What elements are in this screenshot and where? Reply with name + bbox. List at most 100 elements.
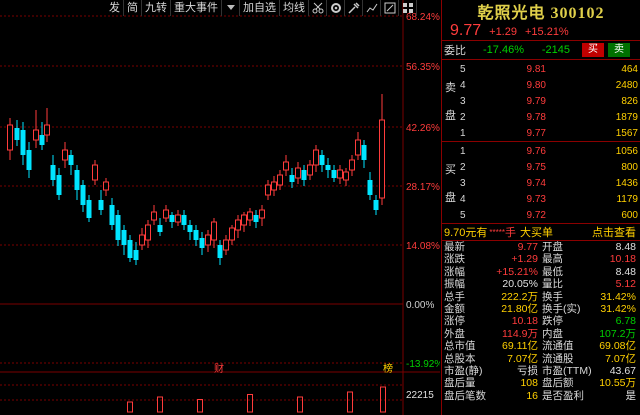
big-order-stars: ***** (489, 227, 505, 237)
stat-row: 盘后量 108 盘后额 10.55万 (442, 377, 640, 389)
toolbar-jiuzhuan-button[interactable]: 九转 (142, 0, 171, 16)
candle-body (26, 150, 32, 170)
ask-row-5[interactable]: 5 9.81 464 (460, 61, 638, 77)
kline-chart-area[interactable]: 68.24% 56.35% 42.26% 28.17% 14.08% 0.00% -13.9… (0, 0, 440, 415)
ask-row-3[interactable]: 3 9.79 826 (460, 93, 638, 109)
candle-body (175, 214, 181, 223)
ask-level: 1 (460, 127, 466, 139)
dragon-tiger-list-marker[interactable]: 榜 (383, 360, 393, 375)
ask-row-1[interactable]: 1 9.77 1567 (460, 125, 638, 141)
candle-body (229, 227, 235, 241)
stat-row: 涨跌 +1.29 最高 10.18 (442, 253, 640, 265)
stat-label: 最新 (444, 241, 465, 253)
volume-bar (247, 394, 253, 413)
ask-level: 2 (460, 111, 466, 123)
volume-bar (347, 391, 353, 413)
stat-label: 量比 (542, 278, 563, 291)
stat-row: 总手 222.2万 换手 31.42% (442, 291, 640, 303)
candle-body (337, 169, 343, 179)
candle-body (151, 211, 157, 221)
bid-level: 2 (460, 161, 466, 173)
ask-level: 5 (460, 63, 466, 75)
stat-label: 涨跌 (444, 253, 465, 266)
candle-body (92, 164, 98, 181)
candle-body (7, 124, 13, 151)
scissors-icon[interactable] (309, 0, 327, 16)
volume-bar (157, 396, 163, 413)
candle-body (295, 167, 301, 179)
stat-value: +1.29 (511, 253, 538, 266)
stat-value: 亏损 (517, 364, 538, 377)
candlestick-series (7, 94, 386, 413)
settings-icon[interactable] (327, 0, 345, 16)
toolbar-major-events-button[interactable]: 重大事件 (171, 0, 222, 16)
stat-label: 盘后额 (542, 377, 574, 390)
percent-tick-label: 28.17% (406, 182, 440, 193)
bid-volume: 800 (621, 161, 638, 173)
candle-body (127, 240, 133, 258)
candle-body (121, 230, 127, 245)
toolbar-jian-button[interactable]: 简 (124, 0, 142, 16)
bid-row-4[interactable]: 4 9.73 1179 (460, 191, 638, 207)
ask-row-2[interactable]: 2 9.78 1879 (460, 109, 638, 125)
stat-row: 振幅 20.05% 量比 5.12 (442, 278, 640, 290)
stat-row: 最新 9.77 开盘 8.48 (442, 241, 640, 253)
commission-ratio-value: -17.46% (483, 44, 524, 56)
stat-row: 外盘 114.9万 内盘 107.2万 (442, 328, 640, 340)
candle-body (14, 128, 20, 140)
candle-body (80, 185, 86, 205)
edit-icon[interactable] (381, 0, 399, 16)
sell-button[interactable]: 卖 (608, 43, 630, 57)
percent-axis: 68.24%56.35%42.26%28.17%14.08%0.00%-13.9… (406, 12, 440, 370)
candle-body (301, 170, 307, 180)
candle-body (169, 215, 175, 222)
candle-body (157, 225, 163, 232)
stat-value: 69.11亿 (502, 340, 538, 353)
tools-icon[interactable] (345, 0, 363, 16)
bid-row-3[interactable]: 3 9.74 1436 (460, 175, 638, 191)
price-chart[interactable]: 68.24%56.35%42.26%28.17%14.08%0.00%-13.9… (0, 0, 440, 415)
bid-row-2[interactable]: 2 9.75 800 (460, 159, 638, 175)
candle-body (253, 215, 259, 222)
candle-body (319, 155, 325, 165)
candle-body (103, 181, 109, 191)
bid-row-5[interactable]: 5 9.72 600 (460, 207, 638, 223)
financial-report-marker[interactable]: 财 (214, 360, 224, 375)
stat-row: 涨幅 +15.21% 最低 8.48 (442, 266, 640, 278)
candle-body (367, 180, 373, 195)
candle-body (145, 224, 151, 241)
stat-row: 总市值 69.11亿 流通值 69.08亿 (442, 340, 640, 352)
big-order-line: 9.70元有 ***** 手 大买单 点击查看 (442, 224, 640, 240)
toolbar-ma-button[interactable]: 均线 (280, 0, 309, 16)
candle-body (68, 155, 74, 165)
stat-value: 6.78 (615, 315, 636, 328)
candle-body (205, 234, 211, 246)
toolbar-fa-button[interactable]: 发 (106, 0, 124, 16)
candle-body (56, 175, 62, 195)
bid-volume: 1179 (616, 193, 638, 205)
toolbar-add-watchlist-button[interactable]: 加自选 (240, 0, 280, 16)
ask-volume: 464 (621, 63, 638, 75)
commission-ratio-label: 委比 (444, 45, 466, 57)
candle-body (247, 211, 253, 221)
candle-body (20, 130, 26, 155)
ask-row-4[interactable]: 4 9.80 2480 (460, 77, 638, 93)
stat-value: 8.48 (615, 265, 636, 278)
buy-button[interactable]: 买 (582, 43, 604, 57)
candle-body (373, 200, 379, 210)
grid-icon[interactable] (399, 0, 417, 16)
stat-label: 换手(实) (542, 302, 581, 315)
candle-body (211, 221, 217, 241)
stat-value: 8.48 (615, 241, 636, 253)
candle-body (181, 215, 187, 225)
stat-label: 开盘 (542, 241, 563, 253)
bid-book: 买 盘 1 9.76 1056 2 9.75 800 3 9.74 1436 4 9.73 1179 5… (442, 142, 640, 223)
bid-row-1[interactable]: 1 9.76 1056 (460, 143, 638, 159)
click-to-view-link[interactable]: 点击查看 (592, 224, 636, 240)
chart-icon[interactable] (363, 0, 381, 16)
dropdown-arrow-icon[interactable] (222, 0, 240, 16)
volume-bar (127, 401, 133, 413)
price-row: 9.77 +1.29 +15.21% (442, 22, 640, 40)
candle-body (265, 184, 271, 196)
stat-value: 10.18 (609, 253, 636, 266)
